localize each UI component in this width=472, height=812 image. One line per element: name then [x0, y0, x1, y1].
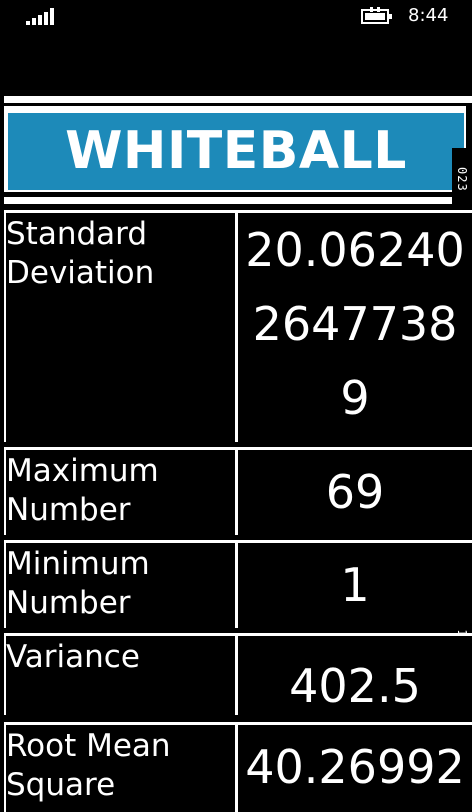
stat-label: Root Mean Square — [6, 725, 235, 812]
stat-label: Minimum Number — [6, 543, 235, 628]
stat-value: 40.26992 — [238, 725, 472, 812]
side-tab-1[interactable]: 023 — [452, 148, 472, 210]
stat-label: Standard Deviation — [6, 213, 235, 442]
stat-value: 69 — [238, 450, 472, 535]
status-bar: 8:44 — [0, 0, 472, 36]
page-title: WHITEBALL — [8, 113, 464, 190]
divider-top — [4, 96, 472, 103]
status-time: 8:44 — [408, 5, 449, 26]
stat-label: Variance — [6, 636, 235, 715]
battery-charging-icon — [361, 7, 392, 24]
divider-bottom — [4, 197, 472, 204]
stat-row-root-mean-square: Root Mean Square 40.26992 — [4, 722, 472, 812]
stat-label: Maximum Number — [6, 450, 235, 535]
stat-value: 20.062402647738 9 — [238, 213, 472, 442]
stat-row-variance: Variance 402.5 — [4, 633, 472, 715]
stat-row-minimum-number: Minimum Number 1 — [4, 540, 472, 628]
stat-value: 1 — [238, 543, 472, 628]
stat-value: 402.5 — [238, 636, 472, 715]
signal-bars-icon — [26, 8, 54, 25]
stat-row-maximum-number: Maximum Number 69 — [4, 447, 472, 535]
stat-row-standard-deviation: Standard Deviation 20.062402647738 9 — [4, 210, 472, 442]
